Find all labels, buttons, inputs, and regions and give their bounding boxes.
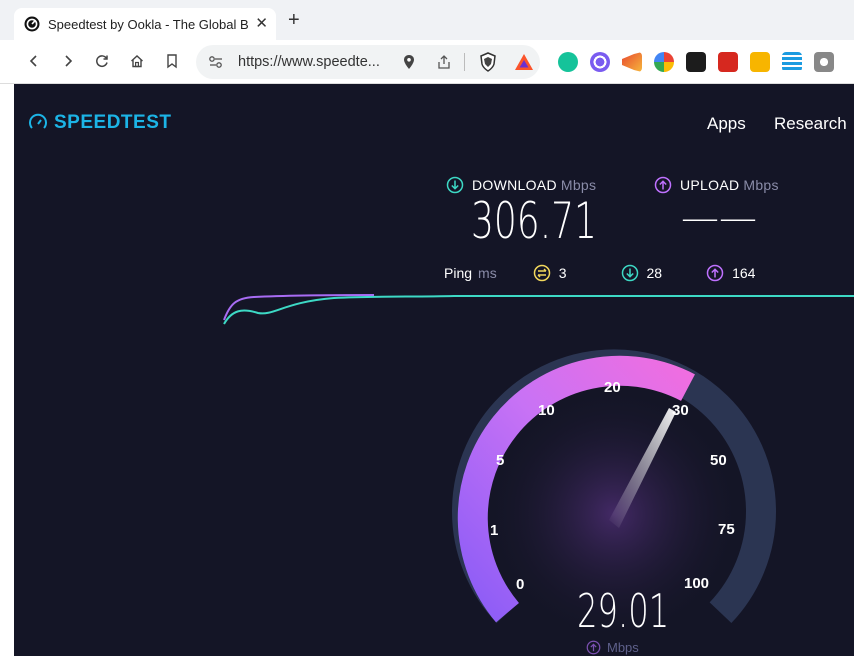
url-text: https://www.speedte... [238,54,380,70]
reload-icon [96,55,108,68]
nav-research[interactable]: Research [774,114,847,134]
colorful-extension-icon[interactable] [654,52,674,72]
ping-label: Ping [444,265,473,281]
notes-extension-icon[interactable] [750,52,770,72]
settings-extension-icon[interactable] [814,52,834,72]
upload-label: UPLOAD [680,177,740,193]
site-settings-icon [209,56,222,68]
speedtest-logo-icon [29,113,47,129]
home-button[interactable] [125,49,149,73]
browser-toolbar: https://www.speedte... [0,40,854,84]
ping-unit: ms [478,265,497,281]
gauge-tick-50: 50 [710,452,727,469]
url-divider [464,53,465,71]
location-pin-icon[interactable] [402,54,416,70]
address-bar[interactable]: https://www.speedte... [196,45,540,79]
ping-idle-value: 3 [558,265,567,281]
gauge-tick-0: 0 [516,576,525,593]
browser-window: Speedtest by Ookla - The Global B ✕ + ht… [0,0,854,656]
ping-download: 28 [621,264,663,282]
forward-button[interactable] [56,49,80,73]
idle-latency-icon [533,264,550,282]
gauge-tick-5: 5 [496,452,505,469]
ping-idle: 3 [533,264,567,282]
grammarly-extension-icon[interactable] [558,52,578,72]
ping-upload: 164 [706,264,755,282]
back-button[interactable] [22,49,46,73]
download-value: 306.71 [471,192,597,250]
upload-label-row: UPLOAD Mbps [654,176,779,194]
logo-text: SPEEDTEST [54,112,172,133]
new-tab-button[interactable]: + [288,9,300,32]
ping-upload-value: 164 [732,265,756,281]
back-icon [29,55,37,67]
tab-speedtest[interactable]: Speedtest by Ookla - The Global B ✕ [14,8,276,40]
nav-apps[interactable]: Apps [707,114,746,134]
gauge-value: 29.01 [577,584,670,638]
tab-close-icon[interactable]: ✕ [255,14,268,32]
throughput-graph [223,294,854,325]
tab-title: Speedtest by Ookla - The Global B [48,16,248,32]
share-icon[interactable] [436,54,452,70]
gauge-tick-20: 20 [604,379,621,396]
pdf-extension-icon[interactable] [718,52,738,72]
gauge-tick-1: 1 [490,522,499,539]
upload-icon [654,176,672,194]
download-graph-line [223,295,854,325]
reload-button[interactable] [90,49,114,73]
download-label: DOWNLOAD [472,177,557,193]
ping-row: Ping ms 3 28 164 [444,264,755,282]
ping-download-value: 28 [646,265,663,281]
sparkle-extension-icon[interactable] [590,52,610,72]
gauge-upload-icon [586,640,601,655]
gauge-tick-100: 100 [684,575,710,592]
upload-latency-icon [706,264,724,282]
brave-rewards-icon[interactable] [514,53,534,71]
forward-icon [65,55,73,67]
upload-unit: Mbps [743,177,779,193]
bookmark-button[interactable] [160,49,184,73]
bookmark-icon [167,54,177,69]
tab-strip: Speedtest by Ookla - The Global B ✕ + [0,0,854,40]
gauge-tick-30: 30 [672,402,689,419]
home-icon [131,55,143,68]
speedtest-page: SPEEDTEST Apps Research DOWNLOAD Mbps UP… [14,84,854,656]
brave-shield-icon[interactable] [479,52,497,72]
gauge-tick-75: 75 [718,521,735,538]
speedtest-favicon-icon [24,16,40,32]
gauge-tick-10: 10 [538,402,555,419]
download-latency-icon [621,264,638,282]
upload-value: —— [681,196,757,240]
filter-extension-icon[interactable] [782,52,802,72]
upload-graph-line [223,294,375,321]
megaphone-extension-icon[interactable] [622,52,642,72]
dark-extension-icon[interactable] [686,52,706,72]
download-icon [446,176,464,194]
speedtest-logo[interactable]: SPEEDTEST [28,112,171,134]
download-unit: Mbps [560,177,597,193]
gauge-unit: Mbps [607,640,639,655]
gauge-unit-row: Mbps [586,640,639,655]
